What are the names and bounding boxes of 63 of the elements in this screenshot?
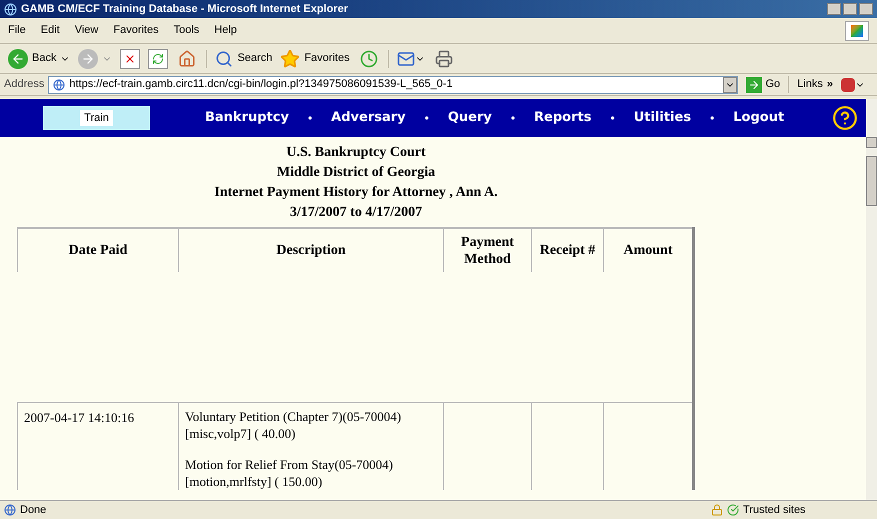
address-label: Address (4, 77, 44, 92)
clock-icon (360, 50, 378, 68)
heading-line: Internet Payment History for Attorney , Ann A. (214, 184, 498, 202)
nav-link[interactable]: Logout (733, 108, 784, 128)
nav-bullet: • (710, 110, 714, 127)
search-icon (215, 50, 234, 68)
table-cell: 2007-04-17 14:10:16 (18, 402, 178, 490)
page-icon (4, 504, 16, 516)
menu-item[interactable]: File (8, 22, 26, 39)
menu-item[interactable]: Edit (40, 22, 60, 39)
heading-line: U.S. Bankruptcy Court (286, 144, 426, 162)
restore-button[interactable] (843, 3, 857, 15)
stop-button[interactable] (120, 48, 140, 68)
nav-link[interactable]: Reports (534, 108, 592, 128)
column-header: Payment Method (444, 228, 532, 272)
windows-logo (845, 20, 869, 40)
close-button[interactable] (859, 3, 873, 15)
mail-button[interactable] (388, 50, 425, 68)
printer-icon (434, 50, 453, 68)
links-button[interactable]: Links » (788, 76, 837, 93)
help-icon (832, 105, 858, 131)
table-cell-text: Motion for Relief From Stay(05-70004) [motion,mrlfsty] ( 150.00) (185, 456, 394, 490)
zone-text: Trusted sites (743, 502, 807, 518)
favorites-button[interactable]: Favorites (280, 48, 350, 68)
mail-icon (396, 50, 415, 68)
lock-icon (711, 504, 723, 516)
go-button[interactable]: Go (742, 76, 784, 93)
column-header: Date Paid (18, 228, 178, 272)
column-header: Description (178, 228, 444, 272)
menu-item[interactable]: Help (214, 22, 237, 39)
menu-item[interactable]: View (74, 22, 98, 39)
nav-link[interactable]: Utilities (634, 108, 692, 128)
nav-bullet: • (308, 110, 312, 127)
browser-icon (4, 2, 17, 16)
heading-line: Middle District of Georgia (276, 164, 436, 182)
nav-link[interactable]: Adversary (331, 108, 406, 128)
forward-button[interactable] (78, 48, 112, 68)
nav-bullet: • (610, 110, 615, 127)
back-button[interactable]: Back (8, 48, 70, 68)
nav-link[interactable]: Query (448, 108, 492, 128)
menu-item[interactable]: Favorites (113, 22, 159, 39)
status-text: Done (20, 502, 48, 518)
column-header: Receipt # (532, 228, 604, 272)
zone-icon (727, 504, 739, 516)
refresh-button[interactable] (148, 48, 168, 68)
star-icon (280, 48, 300, 68)
logo-label: Train (80, 110, 113, 126)
window-title: GAMB CM/ECF Training Database - Microsoft Internet Explorer (21, 2, 348, 17)
address-field[interactable]: https://ecf-train.gamb.circ11.dcn/cgi-bin/login.pl?134975086091539-L_565_0-1 (48, 76, 738, 94)
menu-item[interactable]: Tools (174, 22, 200, 39)
nav-bullet: • (424, 110, 429, 127)
nav-link[interactable]: Bankruptcy (205, 108, 289, 128)
table-cell-text: Voluntary Petition (Chapter 7)(05-70004) [misc,volp7] ( 40.00) (185, 408, 402, 442)
pdf-icon (841, 78, 855, 92)
search-button[interactable]: Search (206, 50, 272, 68)
refresh-icon (152, 52, 164, 64)
nav-bullet: • (510, 110, 516, 127)
column-header: Amount (604, 228, 694, 272)
home-icon (178, 50, 196, 68)
page-icon (53, 78, 66, 90)
heading-line: 3/17/2007 to 4/17/2007 (290, 204, 422, 222)
close-icon (124, 52, 136, 64)
minimize-button[interactable] (827, 3, 841, 15)
